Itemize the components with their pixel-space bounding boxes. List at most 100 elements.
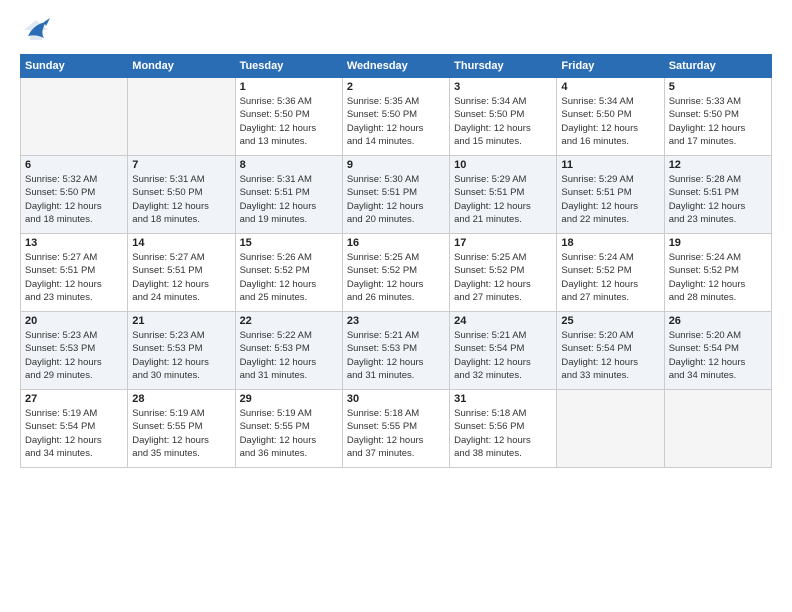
day-number: 25 xyxy=(561,315,659,327)
day-info: Sunrise: 5:34 AM Sunset: 5:50 PM Dayligh… xyxy=(561,95,659,148)
day-info: Sunrise: 5:32 AM Sunset: 5:50 PM Dayligh… xyxy=(25,173,123,226)
day-number: 29 xyxy=(240,393,338,405)
logo-icon xyxy=(20,16,52,44)
day-number: 14 xyxy=(132,237,230,249)
day-number: 11 xyxy=(561,159,659,171)
weekday-header: Friday xyxy=(557,55,664,78)
calendar-day-cell xyxy=(128,78,235,156)
day-number: 16 xyxy=(347,237,445,249)
day-info: Sunrise: 5:27 AM Sunset: 5:51 PM Dayligh… xyxy=(132,251,230,304)
day-info: Sunrise: 5:19 AM Sunset: 5:54 PM Dayligh… xyxy=(25,407,123,460)
day-info: Sunrise: 5:28 AM Sunset: 5:51 PM Dayligh… xyxy=(669,173,767,226)
day-info: Sunrise: 5:30 AM Sunset: 5:51 PM Dayligh… xyxy=(347,173,445,226)
calendar-day-cell: 22 Sunrise: 5:22 AM Sunset: 5:53 PM Dayli… xyxy=(235,312,342,390)
calendar-day-cell: 24 Sunrise: 5:21 AM Sunset: 5:54 PM Dayli… xyxy=(450,312,557,390)
calendar-day-cell: 31 Sunrise: 5:18 AM Sunset: 5:56 PM Dayli… xyxy=(450,390,557,468)
day-info: Sunrise: 5:31 AM Sunset: 5:50 PM Dayligh… xyxy=(132,173,230,226)
calendar-day-cell xyxy=(557,390,664,468)
day-number: 27 xyxy=(25,393,123,405)
day-number: 1 xyxy=(240,81,338,93)
calendar-day-cell: 27 Sunrise: 5:19 AM Sunset: 5:54 PM Dayli… xyxy=(21,390,128,468)
day-number: 28 xyxy=(132,393,230,405)
day-info: Sunrise: 5:25 AM Sunset: 5:52 PM Dayligh… xyxy=(454,251,552,304)
calendar-week-row: 20 Sunrise: 5:23 AM Sunset: 5:53 PM Dayli… xyxy=(21,312,772,390)
day-info: Sunrise: 5:31 AM Sunset: 5:51 PM Dayligh… xyxy=(240,173,338,226)
calendar-day-cell xyxy=(664,390,771,468)
day-info: Sunrise: 5:23 AM Sunset: 5:53 PM Dayligh… xyxy=(132,329,230,382)
calendar-week-row: 27 Sunrise: 5:19 AM Sunset: 5:54 PM Dayli… xyxy=(21,390,772,468)
day-number: 23 xyxy=(347,315,445,327)
day-info: Sunrise: 5:27 AM Sunset: 5:51 PM Dayligh… xyxy=(25,251,123,304)
day-info: Sunrise: 5:24 AM Sunset: 5:52 PM Dayligh… xyxy=(669,251,767,304)
day-number: 10 xyxy=(454,159,552,171)
weekday-header-row: SundayMondayTuesdayWednesdayThursdayFrid… xyxy=(21,55,772,78)
day-number: 13 xyxy=(25,237,123,249)
calendar-week-row: 1 Sunrise: 5:36 AM Sunset: 5:50 PM Daylig… xyxy=(21,78,772,156)
day-number: 30 xyxy=(347,393,445,405)
day-number: 3 xyxy=(454,81,552,93)
day-info: Sunrise: 5:22 AM Sunset: 5:53 PM Dayligh… xyxy=(240,329,338,382)
calendar-day-cell: 11 Sunrise: 5:29 AM Sunset: 5:51 PM Dayli… xyxy=(557,156,664,234)
day-number: 22 xyxy=(240,315,338,327)
calendar-day-cell: 3 Sunrise: 5:34 AM Sunset: 5:50 PM Daylig… xyxy=(450,78,557,156)
day-info: Sunrise: 5:33 AM Sunset: 5:50 PM Dayligh… xyxy=(669,95,767,148)
weekday-header: Wednesday xyxy=(342,55,449,78)
day-info: Sunrise: 5:29 AM Sunset: 5:51 PM Dayligh… xyxy=(454,173,552,226)
day-number: 31 xyxy=(454,393,552,405)
calendar-day-cell: 10 Sunrise: 5:29 AM Sunset: 5:51 PM Dayli… xyxy=(450,156,557,234)
day-info: Sunrise: 5:21 AM Sunset: 5:54 PM Dayligh… xyxy=(454,329,552,382)
calendar-week-row: 6 Sunrise: 5:32 AM Sunset: 5:50 PM Daylig… xyxy=(21,156,772,234)
calendar-day-cell: 28 Sunrise: 5:19 AM Sunset: 5:55 PM Dayli… xyxy=(128,390,235,468)
calendar-day-cell: 8 Sunrise: 5:31 AM Sunset: 5:51 PM Daylig… xyxy=(235,156,342,234)
calendar-day-cell: 9Sunrise: 5:30 AM Sunset: 5:51 PM Daylig… xyxy=(342,156,449,234)
day-info: Sunrise: 5:20 AM Sunset: 5:54 PM Dayligh… xyxy=(561,329,659,382)
day-number: 7 xyxy=(132,159,230,171)
day-info: Sunrise: 5:34 AM Sunset: 5:50 PM Dayligh… xyxy=(454,95,552,148)
day-info: Sunrise: 5:23 AM Sunset: 5:53 PM Dayligh… xyxy=(25,329,123,382)
calendar-day-cell: 15 Sunrise: 5:26 AM Sunset: 5:52 PM Dayli… xyxy=(235,234,342,312)
day-info: Sunrise: 5:35 AM Sunset: 5:50 PM Dayligh… xyxy=(347,95,445,148)
day-info: Sunrise: 5:20 AM Sunset: 5:54 PM Dayligh… xyxy=(669,329,767,382)
day-info: Sunrise: 5:29 AM Sunset: 5:51 PM Dayligh… xyxy=(561,173,659,226)
day-info: Sunrise: 5:19 AM Sunset: 5:55 PM Dayligh… xyxy=(132,407,230,460)
day-info: Sunrise: 5:18 AM Sunset: 5:55 PM Dayligh… xyxy=(347,407,445,460)
calendar-day-cell: 13 Sunrise: 5:27 AM Sunset: 5:51 PM Dayli… xyxy=(21,234,128,312)
calendar-day-cell: 26 Sunrise: 5:20 AM Sunset: 5:54 PM Dayli… xyxy=(664,312,771,390)
calendar-day-cell: 12Sunrise: 5:28 AM Sunset: 5:51 PM Dayli… xyxy=(664,156,771,234)
weekday-header: Monday xyxy=(128,55,235,78)
day-number: 2 xyxy=(347,81,445,93)
day-info: Sunrise: 5:21 AM Sunset: 5:53 PM Dayligh… xyxy=(347,329,445,382)
day-number: 24 xyxy=(454,315,552,327)
day-number: 6 xyxy=(25,159,123,171)
day-number: 8 xyxy=(240,159,338,171)
calendar-day-cell: 5Sunrise: 5:33 AM Sunset: 5:50 PM Daylig… xyxy=(664,78,771,156)
day-number: 18 xyxy=(561,237,659,249)
calendar-day-cell: 19Sunrise: 5:24 AM Sunset: 5:52 PM Dayli… xyxy=(664,234,771,312)
calendar-day-cell: 18 Sunrise: 5:24 AM Sunset: 5:52 PM Dayli… xyxy=(557,234,664,312)
header xyxy=(20,16,772,44)
calendar-day-cell: 14 Sunrise: 5:27 AM Sunset: 5:51 PM Dayli… xyxy=(128,234,235,312)
day-info: Sunrise: 5:36 AM Sunset: 5:50 PM Dayligh… xyxy=(240,95,338,148)
day-info: Sunrise: 5:24 AM Sunset: 5:52 PM Dayligh… xyxy=(561,251,659,304)
weekday-header: Sunday xyxy=(21,55,128,78)
day-info: Sunrise: 5:18 AM Sunset: 5:56 PM Dayligh… xyxy=(454,407,552,460)
calendar-day-cell: 16Sunrise: 5:25 AM Sunset: 5:52 PM Dayli… xyxy=(342,234,449,312)
day-number: 20 xyxy=(25,315,123,327)
calendar-day-cell: 30 Sunrise: 5:18 AM Sunset: 5:55 PM Dayli… xyxy=(342,390,449,468)
calendar-day-cell xyxy=(21,78,128,156)
weekday-header: Tuesday xyxy=(235,55,342,78)
day-number: 21 xyxy=(132,315,230,327)
day-number: 17 xyxy=(454,237,552,249)
calendar-day-cell: 29Sunrise: 5:19 AM Sunset: 5:55 PM Dayli… xyxy=(235,390,342,468)
logo xyxy=(20,16,56,44)
weekday-header: Saturday xyxy=(664,55,771,78)
day-number: 15 xyxy=(240,237,338,249)
calendar-day-cell: 4 Sunrise: 5:34 AM Sunset: 5:50 PM Daylig… xyxy=(557,78,664,156)
calendar-table: SundayMondayTuesdayWednesdayThursdayFrid… xyxy=(20,54,772,468)
calendar-day-cell: 1 Sunrise: 5:36 AM Sunset: 5:50 PM Daylig… xyxy=(235,78,342,156)
calendar-week-row: 13 Sunrise: 5:27 AM Sunset: 5:51 PM Dayli… xyxy=(21,234,772,312)
day-number: 26 xyxy=(669,315,767,327)
day-number: 4 xyxy=(561,81,659,93)
calendar-day-cell: 7 Sunrise: 5:31 AM Sunset: 5:50 PM Daylig… xyxy=(128,156,235,234)
day-info: Sunrise: 5:26 AM Sunset: 5:52 PM Dayligh… xyxy=(240,251,338,304)
